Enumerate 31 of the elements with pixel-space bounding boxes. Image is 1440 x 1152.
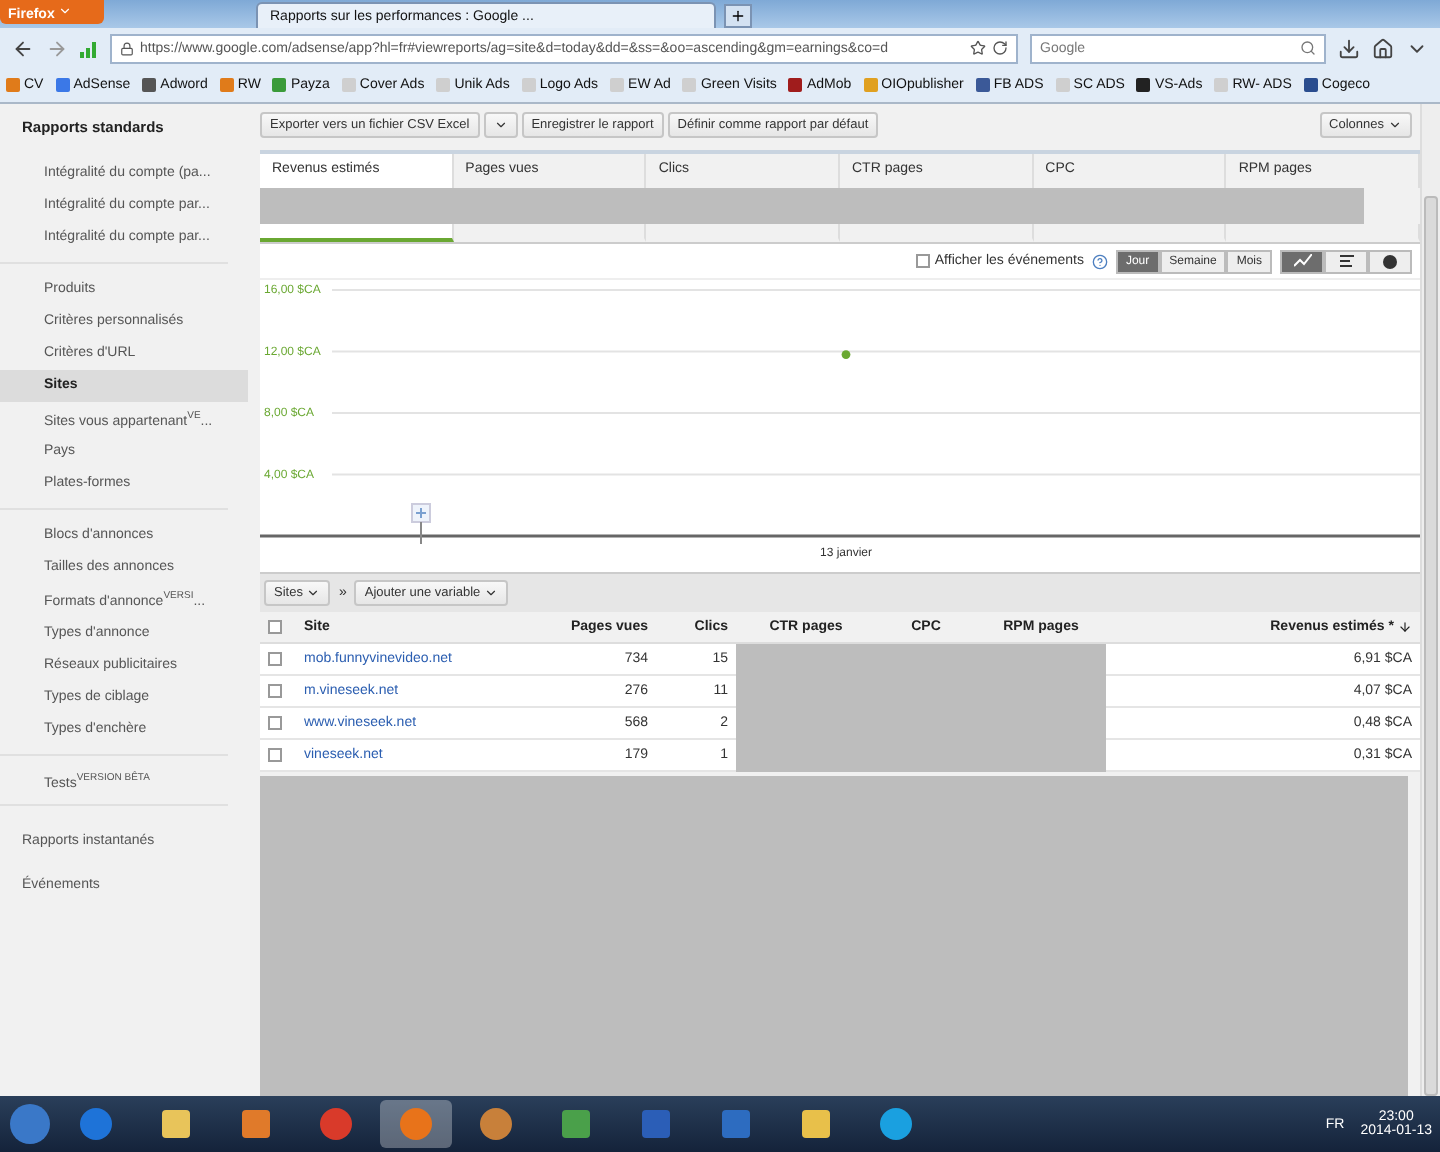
caret-icon	[1388, 117, 1402, 131]
download-icon[interactable]	[1338, 37, 1360, 59]
bar-list-icon	[1337, 254, 1355, 268]
line-chart-icon	[1293, 254, 1311, 268]
row-checkbox[interactable]	[268, 652, 282, 666]
new-tab-button[interactable]	[724, 4, 752, 28]
chart-type-button[interactable]	[1368, 249, 1412, 273]
caret-icon	[306, 586, 321, 600]
signal-bars-icon	[80, 39, 98, 57]
add-annotation-icon[interactable]	[411, 503, 431, 545]
search-icon[interactable]	[1300, 40, 1316, 56]
select-all-checkbox[interactable]	[268, 620, 282, 634]
pie-chart-icon	[1382, 253, 1398, 269]
reload-icon[interactable]	[992, 40, 1008, 56]
row-checkbox[interactable]	[268, 684, 282, 698]
row-checkbox[interactable]	[268, 716, 282, 730]
lock-icon	[120, 41, 134, 55]
caret-icon	[484, 586, 499, 600]
sort-arrow-icon	[1398, 620, 1412, 634]
plus-icon	[730, 7, 746, 23]
help-icon[interactable]	[1091, 253, 1108, 269]
bookmark-star-icon[interactable]	[970, 40, 986, 56]
caret-icon	[58, 3, 73, 17]
home-icon[interactable]	[1372, 37, 1394, 59]
data-point	[841, 350, 851, 359]
back-icon[interactable]	[12, 37, 34, 59]
caret-icon	[493, 117, 508, 131]
row-checkbox[interactable]	[268, 748, 282, 762]
start-button[interactable]	[8, 1102, 52, 1146]
scrollbar-thumb[interactable]	[1424, 196, 1438, 1096]
chart-type-button[interactable]	[1324, 249, 1368, 273]
